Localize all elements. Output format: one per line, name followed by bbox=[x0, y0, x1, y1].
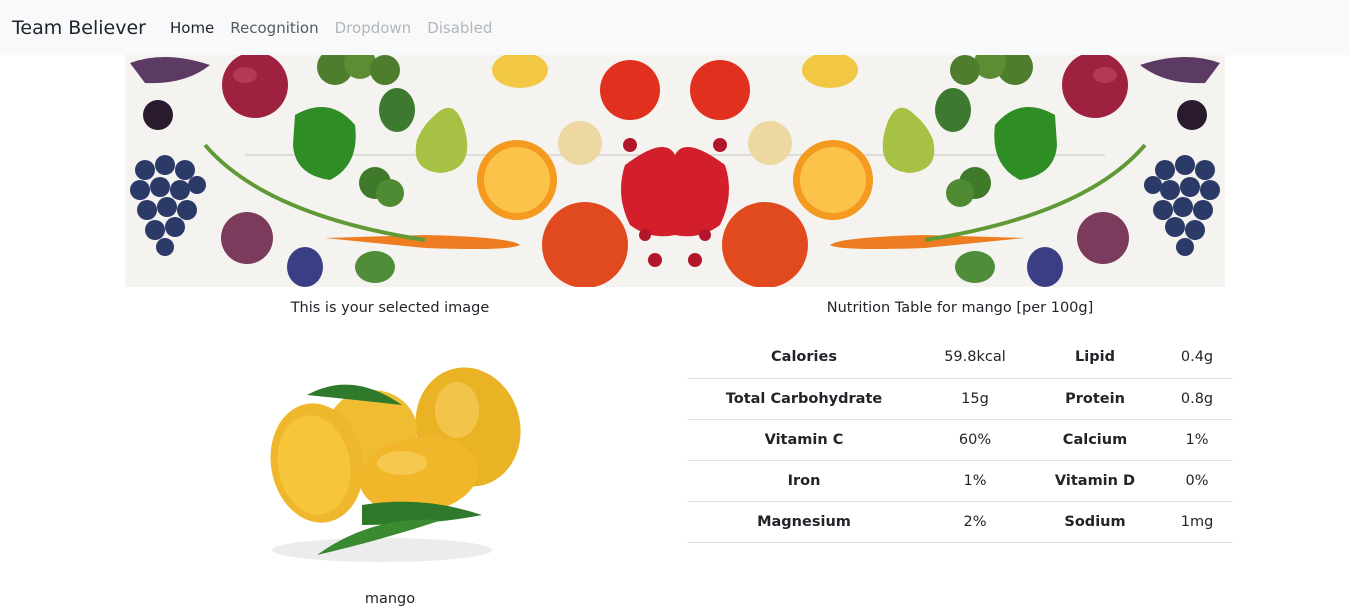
navbar-brand[interactable]: Team Believer bbox=[12, 17, 146, 39]
nav-disabled: Disabled bbox=[427, 18, 493, 37]
nutrient-name: Protein bbox=[1029, 378, 1161, 420]
nutrient-value: 0% bbox=[1161, 460, 1233, 502]
nutrient-value: 15g bbox=[921, 378, 1029, 420]
nutrient-name: Calories bbox=[687, 337, 921, 379]
nutrient-value: 1mg bbox=[1161, 501, 1233, 543]
nutrient-value: 1% bbox=[921, 460, 1029, 502]
table-row: Magnesium 2% Sodium 1mg bbox=[687, 501, 1233, 543]
nutrient-name: Vitamin C bbox=[687, 419, 921, 461]
table-row: Calories 59.8kcal Lipid 0.4g bbox=[687, 337, 1233, 379]
navbar: Team Believer Home Recognition Dropdown … bbox=[0, 0, 1349, 55]
nutrient-name: Lipid bbox=[1029, 337, 1161, 379]
nutrient-value: 2% bbox=[921, 501, 1029, 543]
nutrient-name: Total Carbohydrate bbox=[687, 378, 921, 420]
nutrient-name: Calcium bbox=[1029, 419, 1161, 461]
table-row: Vitamin C 60% Calcium 1% bbox=[687, 419, 1233, 461]
nutrient-value: 59.8kcal bbox=[921, 337, 1029, 379]
vegetables-banner-image bbox=[125, 55, 1225, 287]
nutrient-name: Iron bbox=[687, 460, 921, 502]
nutrition-table: Calories 59.8kcal Lipid 0.4g Total Carbo… bbox=[687, 337, 1233, 543]
nav-dropdown[interactable]: Dropdown bbox=[335, 19, 412, 37]
selected-image-label: mango bbox=[364, 591, 416, 607]
nutrient-name: Sodium bbox=[1029, 501, 1161, 543]
nutrient-name: Vitamin D bbox=[1029, 460, 1161, 502]
table-row: Total Carbohydrate 15g Protein 0.8g bbox=[687, 378, 1233, 420]
nutrient-value: 0.4g bbox=[1161, 337, 1233, 379]
mango-icon bbox=[270, 367, 521, 562]
selected-image-caption: This is your selected image bbox=[290, 300, 490, 316]
nav-home[interactable]: Home bbox=[170, 19, 214, 37]
nutrient-name: Magnesium bbox=[687, 501, 921, 543]
selected-mango-image bbox=[262, 355, 522, 570]
nutrient-value: 60% bbox=[921, 419, 1029, 461]
nutrient-value: 0.8g bbox=[1161, 378, 1233, 420]
nutrient-value: 1% bbox=[1161, 419, 1233, 461]
nav-recognition[interactable]: Recognition bbox=[230, 19, 318, 37]
vegetables-banner bbox=[125, 55, 1225, 287]
table-row: Iron 1% Vitamin D 0% bbox=[687, 460, 1233, 502]
nutrition-table-title: Nutrition Table for mango [per 100g] bbox=[826, 300, 1094, 316]
